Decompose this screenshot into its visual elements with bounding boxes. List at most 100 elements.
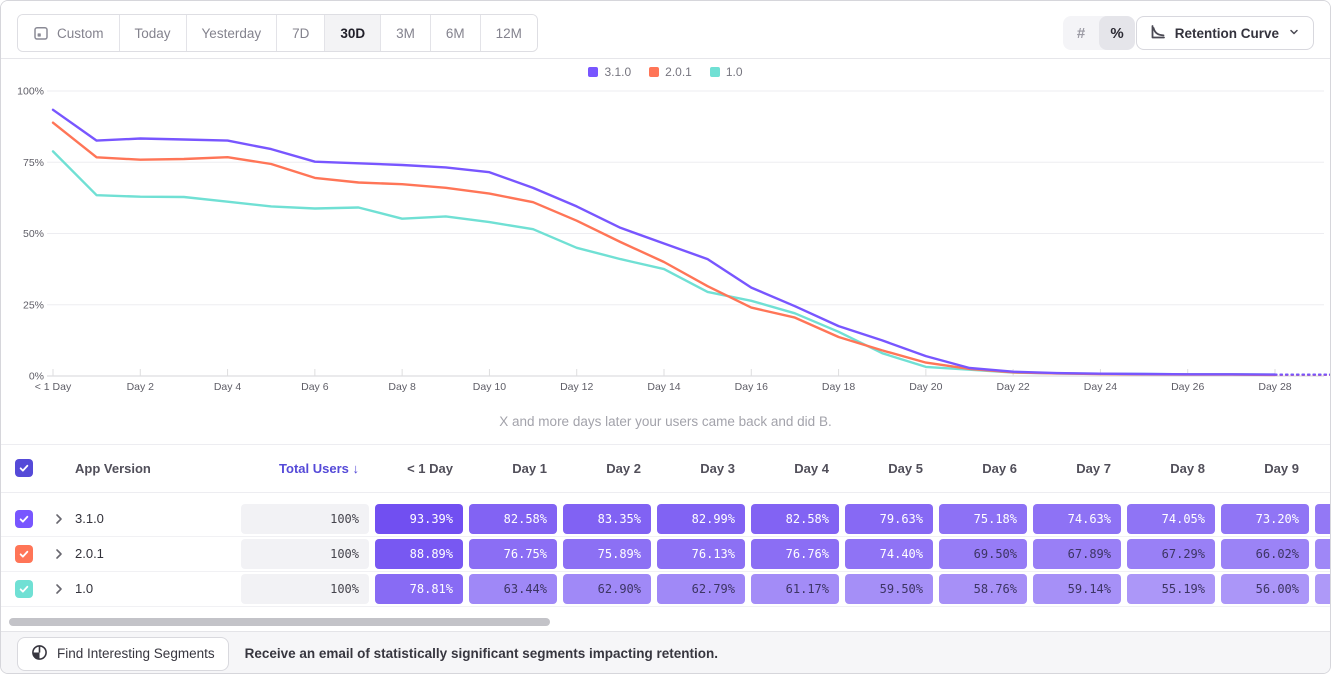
chevron-down-icon — [1288, 26, 1300, 41]
chevron-right-icon[interactable] — [51, 546, 67, 562]
range-button-label: 7D — [292, 26, 309, 41]
chart-type-label: Retention Curve — [1175, 26, 1279, 41]
x-axis-label: Day 8 — [388, 381, 416, 393]
column-header--1-day[interactable]: < 1 Day — [375, 445, 453, 492]
range-button-7d[interactable]: 7D — [277, 15, 325, 51]
column-header-app-version: App Version — [75, 445, 151, 492]
column-header-day-6[interactable]: Day 6 — [939, 445, 1017, 492]
retention-cell-clipped[interactable] — [1315, 539, 1331, 569]
find-interesting-segments-label: Find Interesting Segments — [57, 646, 215, 661]
y-axis-label: 50% — [23, 228, 44, 240]
row-label: 3.1.0 — [75, 502, 104, 536]
select-all-checkbox[interactable] — [15, 459, 33, 477]
x-axis-label: Day 4 — [214, 381, 242, 393]
x-axis-label: Day 12 — [560, 381, 593, 393]
retention-cell[interactable]: 74.40% — [845, 539, 933, 569]
x-axis-label: Day 18 — [822, 381, 855, 393]
column-header-day-5[interactable]: Day 5 — [845, 445, 923, 492]
percent-icon[interactable]: % — [1099, 16, 1135, 50]
x-axis-label: Day 10 — [473, 381, 506, 393]
retention-cell[interactable]: 75.89% — [563, 539, 651, 569]
toolbar: Custom Today Yesterday 7D 30D3M6M12M #% Rete… — [1, 1, 1330, 59]
chevron-right-icon[interactable] — [51, 581, 67, 597]
range-button-yesterday[interactable]: Yesterday — [187, 15, 278, 51]
retention-cell[interactable]: 82.58% — [469, 504, 557, 534]
retention-cell-clipped[interactable] — [1315, 574, 1331, 604]
x-axis-label: Day 20 — [909, 381, 942, 393]
x-axis-label: Day 26 — [1171, 381, 1204, 393]
retention-cell[interactable]: 76.76% — [751, 539, 839, 569]
retention-cell[interactable]: 82.58% — [751, 504, 839, 534]
range-button-30d[interactable]: 30D — [325, 15, 381, 51]
horizontal-scrollbar-track[interactable] — [1, 613, 1330, 631]
series-line-3.1.0[interactable] — [53, 110, 1275, 375]
chart-type-dropdown[interactable]: Retention Curve — [1136, 16, 1314, 50]
retention-report-widget: Custom Today Yesterday 7D 30D3M6M12M #% Rete… — [0, 0, 1331, 674]
date-range-group: Custom Today Yesterday 7D 30D3M6M12M — [17, 14, 538, 52]
retention-cell[interactable]: 56.00% — [1221, 574, 1309, 604]
retention-cell[interactable]: 62.79% — [657, 574, 745, 604]
retention-cell[interactable]: 74.05% — [1127, 504, 1215, 534]
check-icon — [18, 583, 30, 595]
retention-cell[interactable]: 74.63% — [1033, 504, 1121, 534]
retention-cell[interactable]: 67.29% — [1127, 539, 1215, 569]
row-checkbox-3.1.0[interactable] — [15, 510, 33, 528]
series-line-2.0.1[interactable] — [53, 123, 1275, 375]
y-axis-label: 75% — [23, 157, 44, 169]
retention-cell[interactable]: 61.17% — [751, 574, 839, 604]
x-axis-label: Day 28 — [1258, 381, 1291, 393]
range-button-label: Today — [135, 26, 171, 41]
horizontal-scrollbar-thumb[interactable] — [9, 618, 550, 626]
retention-cell-clipped[interactable] — [1315, 504, 1331, 534]
retention-cell[interactable]: 59.50% — [845, 574, 933, 604]
range-button-custom[interactable]: Custom — [18, 15, 120, 51]
retention-table: App Version Total Users ↓ < 1 Day Day 1 Da… — [1, 444, 1330, 607]
retention-cell[interactable]: 59.14% — [1033, 574, 1121, 604]
find-interesting-segments-button[interactable]: Find Interesting Segments — [17, 637, 229, 671]
retention-cell[interactable]: 63.44% — [469, 574, 557, 604]
retention-cell[interactable]: 78.81% — [375, 574, 463, 604]
table-row-1.0: 1.0100%78.81%63.44%62.90%62.79%61.17%59.… — [1, 572, 1330, 607]
retention-cell[interactable]: 66.02% — [1221, 539, 1309, 569]
hash-icon[interactable]: # — [1063, 16, 1099, 50]
range-button-6m[interactable]: 6M — [431, 15, 481, 51]
footer-bar: Find Interesting Segments Receive an ema… — [1, 631, 1330, 674]
retention-cell[interactable]: 76.13% — [657, 539, 745, 569]
column-header-day-7[interactable]: Day 7 — [1033, 445, 1111, 492]
retention-cell[interactable]: 83.35% — [563, 504, 651, 534]
retention-cell[interactable]: 88.89% — [375, 539, 463, 569]
retention-cell[interactable]: 76.75% — [469, 539, 557, 569]
column-header-day-9[interactable]: Day 9 — [1221, 445, 1299, 492]
retention-cell[interactable]: 73.20% — [1221, 504, 1309, 534]
column-header-day-8[interactable]: Day 8 — [1127, 445, 1205, 492]
range-button-3m[interactable]: 3M — [381, 15, 431, 51]
x-axis-label: < 1 Day — [35, 381, 72, 393]
retention-cell[interactable]: 79.63% — [845, 504, 933, 534]
value-format-toggle: #% — [1063, 16, 1135, 50]
column-header-day-1[interactable]: Day 1 — [469, 445, 547, 492]
retention-cell[interactable]: 75.18% — [939, 504, 1027, 534]
retention-cell[interactable]: 93.39% — [375, 504, 463, 534]
retention-cell[interactable]: 62.90% — [563, 574, 651, 604]
column-header-day-4[interactable]: Day 4 — [751, 445, 829, 492]
retention-cell[interactable]: 67.89% — [1033, 539, 1121, 569]
chevron-right-icon[interactable] — [51, 511, 67, 527]
range-button-label: Custom — [57, 26, 104, 41]
range-button-today[interactable]: Today — [120, 15, 187, 51]
row-checkbox-2.0.1[interactable] — [15, 545, 33, 563]
retention-cell[interactable]: 69.50% — [939, 539, 1027, 569]
check-icon — [18, 548, 30, 560]
column-header-total-users[interactable]: Total Users ↓ — [241, 445, 359, 492]
retention-cell[interactable]: 82.99% — [657, 504, 745, 534]
total-users-cell: 100% — [241, 504, 369, 534]
y-axis-label: 25% — [23, 299, 44, 311]
range-button-12m[interactable]: 12M — [481, 15, 537, 51]
total-users-cell: 100% — [241, 539, 369, 569]
column-header-day-3[interactable]: Day 3 — [657, 445, 735, 492]
segments-icon — [31, 644, 48, 664]
x-axis-label: Day 16 — [735, 381, 768, 393]
column-header-day-2[interactable]: Day 2 — [563, 445, 641, 492]
retention-cell[interactable]: 55.19% — [1127, 574, 1215, 604]
row-checkbox-1.0[interactable] — [15, 580, 33, 598]
retention-cell[interactable]: 58.76% — [939, 574, 1027, 604]
